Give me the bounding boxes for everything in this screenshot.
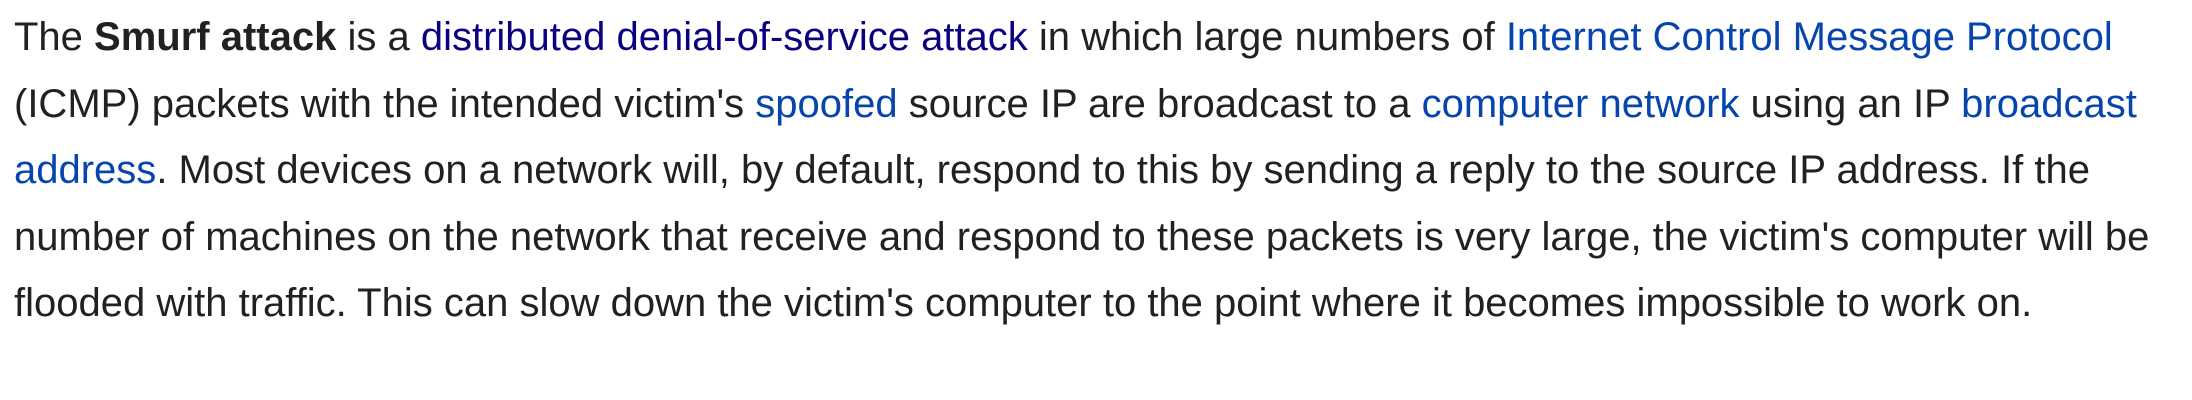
paragraph-text: in which large numbers of bbox=[1027, 15, 1506, 59]
link-computer-network[interactable]: computer network bbox=[1422, 82, 1740, 126]
link-internet-control-message-protocol[interactable]: Internet Control Message Protocol bbox=[1506, 15, 2113, 59]
paragraph-text: The bbox=[14, 15, 95, 59]
link-distributed-denial-of-service-attack[interactable]: distributed denial-of-service attack bbox=[421, 15, 1028, 59]
paragraph-text: is a bbox=[336, 15, 421, 59]
paragraph-text: (ICMP) packets with the intended victim'… bbox=[14, 81, 756, 126]
paragraph-text: . Most devices on a network will, by def… bbox=[14, 148, 2150, 325]
article-title-term: Smurf attack bbox=[94, 15, 337, 59]
link-spoofed[interactable]: spoofed bbox=[755, 82, 897, 126]
paragraph-text: using an IP bbox=[1739, 81, 1962, 126]
paragraph-text: source IP are broadcast to a bbox=[897, 81, 1422, 126]
article-paragraph: The Smurf attack is a distributed denial… bbox=[0, 0, 2184, 337]
